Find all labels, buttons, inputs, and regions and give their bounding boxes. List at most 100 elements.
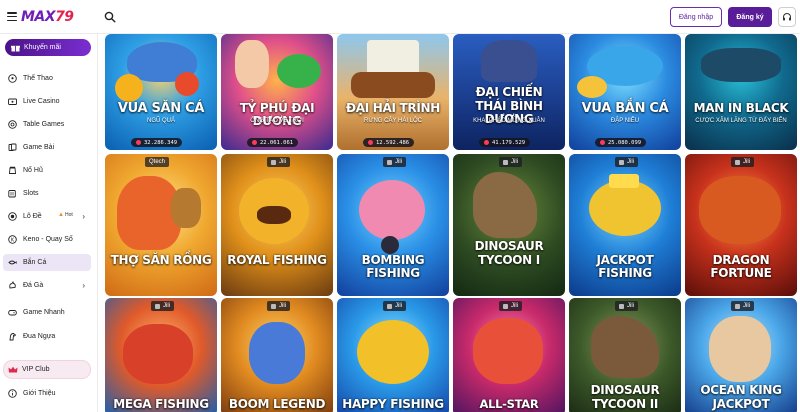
provider-name: Jili xyxy=(279,303,286,309)
sidebar-item-live-casino[interactable]: Live Casino xyxy=(3,93,91,110)
sidebar-item-label: Game Nhanh xyxy=(23,309,65,316)
game-title: ĐẠI HẢI TRÌNH xyxy=(345,101,441,115)
jackpot-value: 41.179.529 xyxy=(492,139,526,146)
game-card[interactable]: Qtech THỢ SĂN RỒNG xyxy=(105,154,217,296)
jili-logo-icon xyxy=(735,159,740,165)
sidebar-item-keno[interactable]: K Keno - Quay Số xyxy=(3,231,91,248)
register-button[interactable]: Đăng ký xyxy=(728,7,772,27)
menu-icon[interactable] xyxy=(7,12,17,21)
site-logo[interactable]: MAX 79 xyxy=(21,8,74,26)
game-card[interactable]: Jili DRAGON FORTUNE xyxy=(685,154,797,296)
lottery-ball-icon xyxy=(8,212,17,221)
provider-name: Jili xyxy=(511,303,518,309)
game-card[interactable]: ĐẠI HẢI TRÌNH RỪNG CÂY HÁI LỘC 12.592.48… xyxy=(337,34,449,150)
jackpot-value: 25.080.099 xyxy=(608,139,642,146)
game-card[interactable]: Jili OCEAN KING JACKPOT xyxy=(685,298,797,412)
promotions-button[interactable]: Khuyến mãi xyxy=(5,39,91,56)
info-icon xyxy=(8,389,17,398)
headset-icon xyxy=(783,13,791,21)
game-card[interactable]: VUA SĂN CÁ NGŨ QUẢ 32.286.349 xyxy=(105,34,217,150)
gift-icon xyxy=(11,45,20,52)
game-card[interactable]: Jili ALL-STAR FISHING xyxy=(453,298,565,412)
soccer-ball-icon xyxy=(8,74,17,83)
provider-badge: Jili xyxy=(499,301,522,311)
shark-art xyxy=(249,322,305,384)
provider-badge: Jili xyxy=(383,301,406,311)
game-card[interactable]: Jili MEGA FISHING xyxy=(105,298,217,412)
game-card[interactable]: MAN IN BLACK CƯỢC XÂM LĂNG TỪ ĐẤY BIỂN xyxy=(685,34,797,150)
jili-logo-icon xyxy=(155,303,160,309)
game-title: TỶ PHÚ ĐẠI DƯƠNG xyxy=(239,101,315,128)
sidebar-item-cockfight[interactable]: Đá Gà › xyxy=(3,277,91,294)
game-card[interactable]: Jili JACKPOT FISHING xyxy=(569,154,681,296)
sea-king-art xyxy=(709,316,771,382)
login-button[interactable]: Đăng nhập xyxy=(670,7,722,27)
crown-icon xyxy=(8,366,18,372)
vip-club-button[interactable]: VIP Club xyxy=(3,360,91,379)
game-title-line1: OCEAN KING xyxy=(700,383,782,397)
sidebar-item-card-games[interactable]: Game Bài xyxy=(3,139,91,156)
character-art xyxy=(235,40,269,88)
sidebar-item-label: Keno - Quay Số xyxy=(23,236,73,243)
provider-name: Jili xyxy=(627,159,634,165)
sidebar-item-about[interactable]: Giới Thiệu xyxy=(3,385,91,402)
game-card[interactable]: Jili DINOSAUR TYCOON I xyxy=(453,154,565,296)
sidebar-item-jackpot[interactable]: Nổ Hũ xyxy=(3,162,91,179)
ship-art xyxy=(351,72,435,98)
game-title-line2: TYCOON I xyxy=(478,253,540,267)
fish-art xyxy=(277,54,321,88)
game-title: THỢ SĂN RỒNG xyxy=(110,253,212,267)
sidebar-item-label: Table Games xyxy=(23,121,65,128)
sidebar-item-slots[interactable]: Slots xyxy=(3,185,91,202)
game-card[interactable]: VUA BẮN CÁ ĐẬP NIÊU 25.080.099 xyxy=(569,34,681,150)
game-card[interactable]: Jili DINOSAUR TYCOON II xyxy=(569,298,681,412)
cards-icon xyxy=(8,143,17,151)
jili-logo-icon xyxy=(271,159,276,165)
sidebar-item-sports[interactable]: Thể Thao xyxy=(3,70,91,87)
provider-name: Qtech xyxy=(149,159,166,165)
game-card[interactable]: Jili HAPPY FISHING xyxy=(337,298,449,412)
sidebar-item-table-games[interactable]: Table Games xyxy=(3,116,91,133)
fish-mouth-art xyxy=(257,206,291,224)
provider-badge: Jili xyxy=(731,157,754,167)
game-subtitle: KHAI PHÁO MỪNG XUÂN xyxy=(473,118,545,124)
sidebar-item-horse-racing[interactable]: Đua Ngựa xyxy=(3,328,91,345)
sidebar-item-quick-games[interactable]: Game Nhanh xyxy=(3,304,91,321)
game-card[interactable]: Jili BOOM LEGEND xyxy=(221,298,333,412)
ship-sail-art xyxy=(367,40,419,76)
game-card[interactable]: Jili ROYAL FISHING xyxy=(221,154,333,296)
fish-art xyxy=(589,180,661,236)
jackpot-icon xyxy=(252,140,257,145)
jackpot-value: 12.592.486 xyxy=(376,139,410,146)
provider-name: Jili xyxy=(743,303,750,309)
sidebar-item-label: Giới Thiệu xyxy=(23,390,56,397)
game-card[interactable]: Jili BOMBING FISHING xyxy=(337,154,449,296)
jackpot-icon xyxy=(368,140,373,145)
provider-name: Jili xyxy=(743,159,750,165)
jili-logo-icon xyxy=(503,159,508,165)
provider-badge: Jili xyxy=(615,301,638,311)
game-card[interactable]: ĐẠI CHIẾN THÁI BÌNH DƯƠNG KHAI PHÁO MỪNG… xyxy=(453,34,565,150)
game-title: MEGA FISHING xyxy=(113,397,209,411)
game-card[interactable]: TỶ PHÚ ĐẠI DƯƠNG ÔNG TÁO VỀ TRỜI 22.061.… xyxy=(221,34,333,150)
sidebar-item-lottery[interactable]: Lô Đề ▲ Hot › xyxy=(3,208,91,225)
provider-badge: Jili xyxy=(499,157,522,167)
provider-name: Jili xyxy=(395,303,402,309)
support-button[interactable] xyxy=(778,7,796,27)
game-title: VUA SĂN CÁ xyxy=(117,101,205,116)
live-tv-icon xyxy=(8,98,17,105)
sidebar-item-label: Live Casino xyxy=(23,98,60,105)
jackpot-counter: 41.179.529 xyxy=(479,138,531,147)
sidebar-item-label: Nổ Hũ xyxy=(23,167,43,174)
jackpot-icon xyxy=(136,140,141,145)
sidebar-item-fishing[interactable]: Bắn Cá xyxy=(3,254,91,271)
game-title: JACKPOT FISHING xyxy=(596,253,654,280)
provider-name: Jili xyxy=(279,159,286,165)
chevron-right-icon: › xyxy=(82,281,85,290)
search-icon[interactable] xyxy=(104,11,116,23)
pufferfish-art xyxy=(359,180,425,240)
crown-art xyxy=(609,174,639,188)
sidebar-item-label: Đua Ngựa xyxy=(23,333,56,340)
jackpot-counter: 12.592.486 xyxy=(363,138,415,147)
jili-logo-icon xyxy=(619,303,624,309)
